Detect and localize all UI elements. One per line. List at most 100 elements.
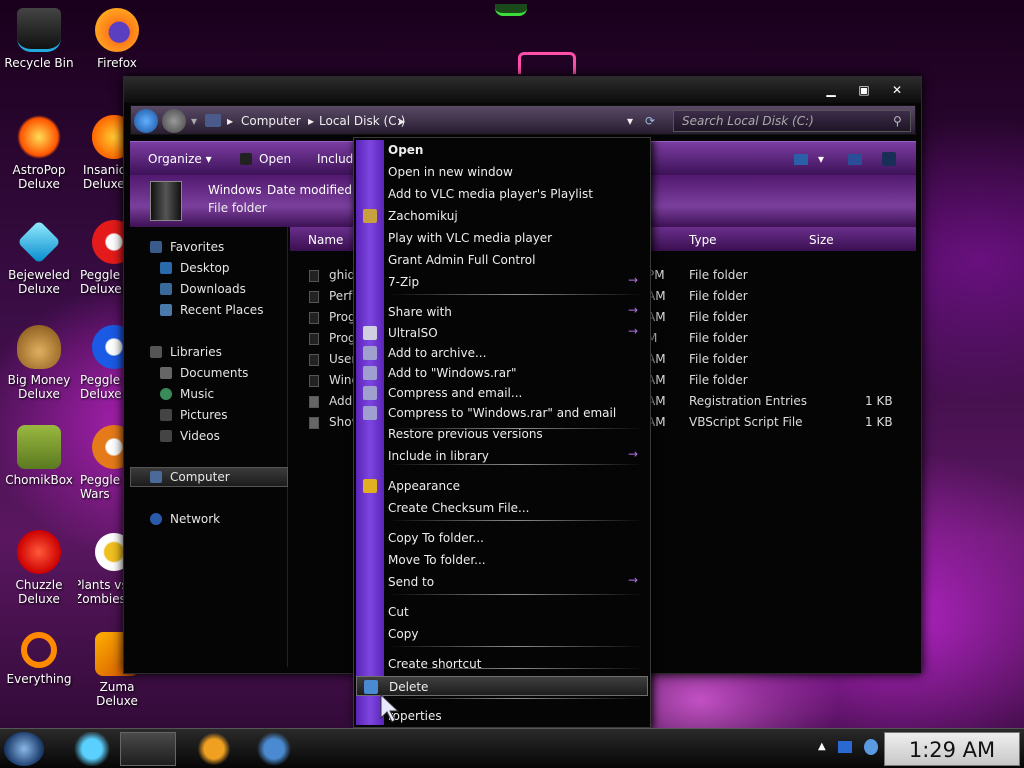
desktop-icon-big-money[interactable]: Big Money Deluxe [0, 325, 78, 401]
menu-item-label: Play with VLC media player [388, 231, 553, 245]
nav-downloads[interactable]: Downloads [160, 282, 246, 296]
forward-button[interactable] [162, 109, 186, 133]
desktop-icon-insaniquarium[interactable]: Insaniquarium Deluxe [78, 115, 124, 191]
close-button[interactable]: ✕ [882, 83, 912, 99]
help-icon[interactable] [882, 152, 896, 166]
desktop-icon-chomikbox[interactable]: ChomikBox [0, 425, 78, 487]
views-icon[interactable] [794, 154, 808, 165]
menu-item[interactable]: Compress and email... [356, 383, 648, 403]
desktop-icon [160, 262, 172, 274]
menu-item[interactable]: Add to archive... [356, 343, 648, 363]
column-type[interactable]: Type [689, 233, 717, 247]
column-name[interactable]: Name [308, 233, 343, 247]
back-button[interactable] [134, 109, 158, 133]
maximize-button[interactable]: ▣ [849, 83, 879, 99]
desktop-icon-bejeweled[interactable]: Bejeweled Deluxe [0, 220, 78, 296]
menu-item[interactable]: Add to VLC media player's Playlist [356, 184, 648, 204]
nav-pictures[interactable]: Pictures [160, 408, 228, 422]
desktop-icon-everything[interactable]: Everything [0, 632, 78, 686]
details-name: Windows [208, 183, 262, 197]
minimize-button[interactable]: ▁ [816, 83, 846, 99]
menu-item[interactable]: Include in library → [356, 446, 648, 466]
menu-item[interactable]: Copy To folder... [356, 528, 648, 548]
nav-recent-places[interactable]: Recent Places [160, 303, 263, 317]
file-name: Prog [329, 310, 356, 324]
menu-item[interactable]: Open in new window [356, 162, 648, 182]
desktop-icon-peggle-2[interactable]: Peggle Deluxe [78, 325, 124, 401]
menu-separator [388, 594, 644, 595]
folder-icon [309, 312, 319, 324]
nav-computer[interactable]: Computer [150, 470, 230, 484]
downloads-icon [160, 283, 172, 295]
desktop-icon-firefox[interactable]: Firefox [78, 8, 156, 70]
peggle-icon [92, 425, 124, 469]
nav-music[interactable]: Music [160, 387, 214, 401]
menu-item[interactable]: Grant Admin Full Control [356, 250, 648, 270]
search-icon[interactable]: ⚲ [893, 114, 902, 128]
menu-separator [388, 646, 644, 647]
menu-item[interactable]: Delete [356, 676, 648, 696]
media-player-icon[interactable] [186, 732, 242, 766]
menu-item[interactable]: Compress to "Windows.rar" and email [356, 403, 648, 423]
title-bar[interactable] [124, 77, 921, 103]
menu-item[interactable]: Appearance [356, 476, 648, 496]
nav-favorites[interactable]: Favorites [150, 240, 224, 254]
recent-pages-icon[interactable]: ▾ [191, 114, 197, 128]
menu-item[interactable]: Restore previous versions [356, 424, 648, 444]
nav-documents[interactable]: Documents [160, 366, 248, 380]
nav-network[interactable]: Network [150, 512, 220, 526]
peggle-icon [92, 220, 124, 264]
menu-item[interactable]: Zachomikuj [356, 206, 648, 226]
address-dropdown-icon[interactable]: ▾ [627, 114, 633, 128]
menu-item[interactable]: Create Checksum File... [356, 498, 648, 518]
file-name: Prog [329, 331, 356, 345]
menu-item-label: Compress to "Windows.rar" and email [388, 406, 617, 420]
include-in-library-button[interactable]: Includ [317, 152, 353, 166]
search-input[interactable]: Search Local Disk (C:) [673, 110, 911, 132]
menu-separator [388, 428, 644, 429]
file-type: File folder [689, 352, 748, 366]
menu-item[interactable]: Share with → [356, 302, 648, 322]
start-button[interactable] [4, 732, 44, 766]
file-type: Registration Entries [689, 394, 807, 408]
breadcrumb-computer[interactable]: Computer [241, 114, 301, 128]
menu-item[interactable]: Cut [356, 602, 648, 622]
desktop-icon-chuzzle[interactable]: Chuzzle Deluxe [0, 530, 78, 606]
nav-videos[interactable]: Videos [160, 429, 220, 443]
network-tray-icon[interactable] [838, 741, 852, 753]
nav-libraries[interactable]: Libraries [150, 345, 222, 359]
column-size[interactable]: Size [809, 233, 834, 247]
volume-tray-icon[interactable] [864, 739, 878, 755]
menu-item-label: Send to [388, 575, 435, 589]
internet-explorer-icon[interactable] [64, 732, 120, 766]
menu-item[interactable]: Add to "Windows.rar" [356, 363, 648, 383]
nav-desktop[interactable]: Desktop [160, 261, 230, 275]
menu-item[interactable]: Open [356, 140, 648, 160]
views-dropdown-icon[interactable]: ▾ [818, 152, 824, 166]
menu-item[interactable]: Copy [356, 624, 648, 644]
folder-icon [309, 333, 319, 345]
menu-item[interactable]: Create shortcut [356, 654, 648, 674]
explorer-taskbar-button[interactable] [120, 732, 176, 766]
desktop-icon-peggle-wars[interactable]: Peggle of Wars [78, 425, 124, 501]
clock[interactable]: 1:29 AM [884, 732, 1020, 766]
menu-item[interactable]: Move To folder... [356, 550, 648, 570]
folder-icon [309, 291, 319, 303]
menu-item[interactable]: UltraISO → [356, 323, 648, 343]
show-hidden-icons-icon[interactable]: ▲ [818, 741, 826, 752]
breadcrumb-local-disk[interactable]: Local Disk (C:) [319, 114, 405, 128]
open-button[interactable]: Open [259, 152, 291, 166]
menu-item-label: Add to archive... [388, 346, 487, 360]
menu-item[interactable]: Play with VLC media player [356, 228, 648, 248]
organize-button[interactable]: Organize ▾ [148, 152, 212, 166]
preview-pane-icon[interactable] [848, 154, 862, 165]
globe-icon[interactable] [246, 732, 302, 766]
menu-item[interactable]: 7-Zip → [356, 272, 648, 292]
desktop-icon-plants[interactable]: Plants vs Zombies [78, 530, 124, 606]
desktop-icon-recycle-bin[interactable]: Recycle Bin [0, 8, 78, 70]
menu-item[interactable]: Send to → [356, 572, 648, 592]
desktop-icon-peggle[interactable]: Peggle Deluxe [78, 220, 124, 296]
refresh-icon[interactable]: ⟳ [645, 114, 655, 128]
menu-item-label: Compress and email... [388, 386, 523, 400]
desktop-icon-astropop[interactable]: AstroPop Deluxe [0, 115, 78, 191]
